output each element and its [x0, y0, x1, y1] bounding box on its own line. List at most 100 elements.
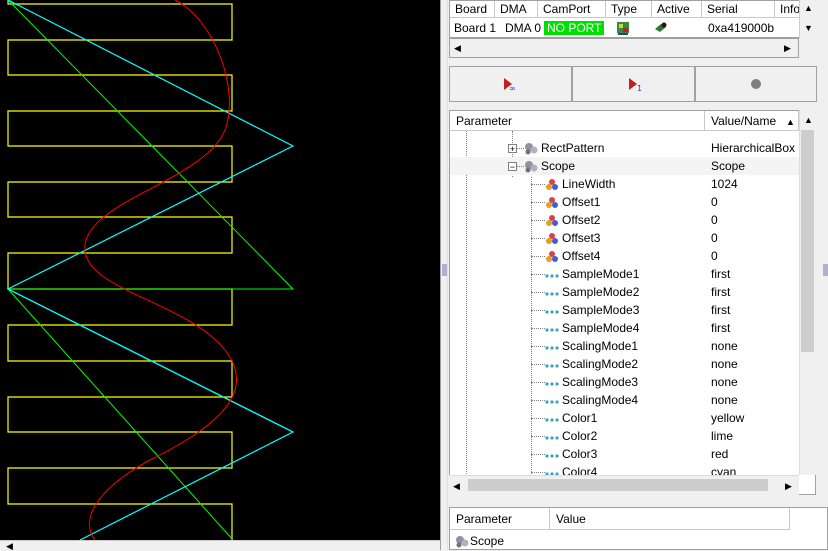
scroll-right-icon[interactable]: ▶	[785, 481, 792, 492]
tree-row-value[interactable]: none	[711, 373, 738, 391]
tree-row-scalingmode4[interactable]: ScalingMode4 none	[450, 391, 799, 409]
grab-single-icon: 1	[628, 78, 642, 91]
tree-row-value[interactable]: first	[711, 319, 730, 337]
tree-row-color1[interactable]: Color1 yellow	[450, 409, 799, 427]
grab-single-button[interactable]: 1	[572, 66, 695, 102]
scroll-up-icon[interactable]: ▲	[804, 3, 813, 13]
tree-row-value[interactable]: yellow	[711, 409, 744, 427]
tree-row-samplemode1[interactable]: SampleMode1 first	[450, 265, 799, 283]
scroll-left-icon[interactable]: ◀	[454, 43, 461, 54]
tree-row-label: ScalingMode3	[562, 375, 639, 389]
col-header-camport[interactable]: CamPort	[538, 1, 606, 18]
tree-row-offset4[interactable]: Offset4 0	[450, 247, 799, 265]
board-table-vscrollbar[interactable]: ▲ ▼	[799, 0, 816, 38]
enum-param-icon	[545, 346, 559, 350]
tree-row-offset2[interactable]: Offset2 0	[450, 211, 799, 229]
right-splitter-grip-icon[interactable]	[823, 264, 828, 276]
dma-cell[interactable]: DMA 0	[501, 19, 541, 37]
operator-icon	[525, 161, 538, 173]
tree-row-label: Offset3	[562, 231, 601, 245]
tree-row-value[interactable]: lime	[711, 427, 733, 445]
tree-row-value[interactable]: Scope	[711, 157, 745, 175]
tree-row-value[interactable]: 0	[711, 247, 718, 265]
enum-param-icon	[545, 292, 559, 296]
tree-header-parameter[interactable]: Parameter	[450, 111, 705, 131]
tree-row-value[interactable]: HierarchicalBox	[711, 139, 795, 157]
col-header-dma[interactable]: DMA	[495, 1, 538, 18]
tree-row-scalingmode1[interactable]: ScalingMode1 none	[450, 337, 799, 355]
tree-row-color2[interactable]: Color2 lime	[450, 427, 799, 445]
parameter-tree: Parameter Value/Name ▲ + RectPattern Hiera…	[449, 110, 816, 495]
tree-row-color3[interactable]: Color3 red	[450, 445, 799, 463]
scope-traces	[6, 0, 295, 541]
tree-row-label: Color1	[562, 411, 598, 425]
enum-param-icon	[545, 436, 559, 440]
enum-param-icon	[545, 328, 559, 332]
tree-row-offset1[interactable]: Offset1 0	[450, 193, 799, 211]
tree-row-label: RectPattern	[541, 141, 605, 155]
col-header-type[interactable]: Type	[606, 1, 652, 18]
numeric-param-icon	[546, 179, 558, 190]
col-header-active[interactable]: Active	[652, 1, 702, 18]
enum-param-icon	[545, 310, 559, 314]
tree-row-value[interactable]: none	[711, 355, 738, 373]
sort-arrow-icon[interactable]: ▲	[786, 117, 795, 127]
tree-row-value[interactable]: red	[711, 445, 728, 463]
tree-row-value[interactable]: 0	[711, 211, 718, 229]
tree-row-label: ScalingMode4	[562, 393, 639, 407]
tree-hscroll-thumb[interactable]	[468, 479, 768, 491]
tree-row-value[interactable]: first	[711, 301, 730, 319]
tree-row-label: ScalingMode2	[562, 357, 639, 371]
board-type-icon	[612, 20, 630, 37]
grab-continuous-icon: ∞	[503, 78, 515, 91]
scroll-corner	[799, 38, 816, 58]
tree-row-scalingmode3[interactable]: ScalingMode3 none	[450, 373, 799, 391]
board-name-cell[interactable]: Board 1	[450, 19, 496, 37]
svg-text:1: 1	[637, 84, 642, 91]
trace-lime	[6, 0, 295, 541]
col-header-board[interactable]: Board	[450, 1, 495, 18]
scope-hscrollbar[interactable]: ◀	[0, 540, 440, 551]
tree-row-value[interactable]: 0	[711, 193, 718, 211]
operator-icon	[456, 536, 469, 548]
splitter-grip-icon[interactable]	[442, 264, 447, 276]
operator-icon	[525, 143, 538, 155]
col-header-serial[interactable]: Serial	[702, 1, 775, 18]
tree-row-value[interactable]: first	[711, 265, 730, 283]
tree-row-label: Offset4	[562, 249, 601, 263]
scroll-down-icon[interactable]: ▼	[804, 23, 813, 33]
scroll-up-icon[interactable]: ▲	[804, 115, 813, 125]
scroll-left-icon[interactable]: ◀	[453, 481, 460, 492]
expand-icon[interactable]: +	[508, 144, 517, 154]
serial-cell[interactable]: 0xa419000b	[704, 19, 774, 37]
stop-button[interactable]	[695, 66, 817, 102]
tree-row-samplemode2[interactable]: SampleMode2 first	[450, 283, 799, 301]
pv-header-parameter[interactable]: Parameter	[450, 508, 550, 530]
collapse-icon[interactable]: −	[508, 162, 517, 172]
pv-header-value[interactable]: Value	[550, 508, 790, 530]
scroll-right-icon[interactable]: ▶	[784, 43, 791, 54]
numeric-param-icon	[546, 251, 558, 262]
grab-continuous-button[interactable]: ∞	[449, 66, 572, 102]
tree-row-scalingmode2[interactable]: ScalingMode2 none	[450, 355, 799, 373]
tree-row-value[interactable]: 0	[711, 229, 718, 247]
splitter[interactable]	[440, 0, 448, 550]
tree-row-label: Scope	[541, 159, 576, 173]
tree-row-value[interactable]: none	[711, 391, 738, 409]
tree-row-value[interactable]: 1024	[711, 175, 738, 193]
tree-vscroll-thumb[interactable]	[801, 130, 814, 352]
tree-row-scope[interactable]: − Scope Scope	[450, 157, 799, 175]
tree-row-offset3[interactable]: Offset3 0	[450, 229, 799, 247]
tree-row-samplemode4[interactable]: SampleMode4 first	[450, 319, 799, 337]
tree-header-value[interactable]: Value/Name	[705, 111, 799, 131]
tree-row-rectpattern[interactable]: + RectPattern HierarchicalBox	[450, 139, 799, 157]
tree-row-linewidth[interactable]: LineWidth 1024	[450, 175, 799, 193]
tree-row-value[interactable]: none	[711, 337, 738, 355]
pv-row-scope[interactable]: Scope	[454, 532, 504, 550]
tree-row-label: ScalingMode1	[562, 339, 639, 353]
tree-row-value[interactable]: first	[711, 283, 730, 301]
noport-badge: NO PORT	[544, 21, 605, 35]
camport-cell[interactable]: NO PORT	[544, 19, 605, 37]
tree-row-samplemode3[interactable]: SampleMode3 first	[450, 301, 799, 319]
board-table-hscrollbar[interactable]: ◀ ▶	[449, 38, 799, 58]
